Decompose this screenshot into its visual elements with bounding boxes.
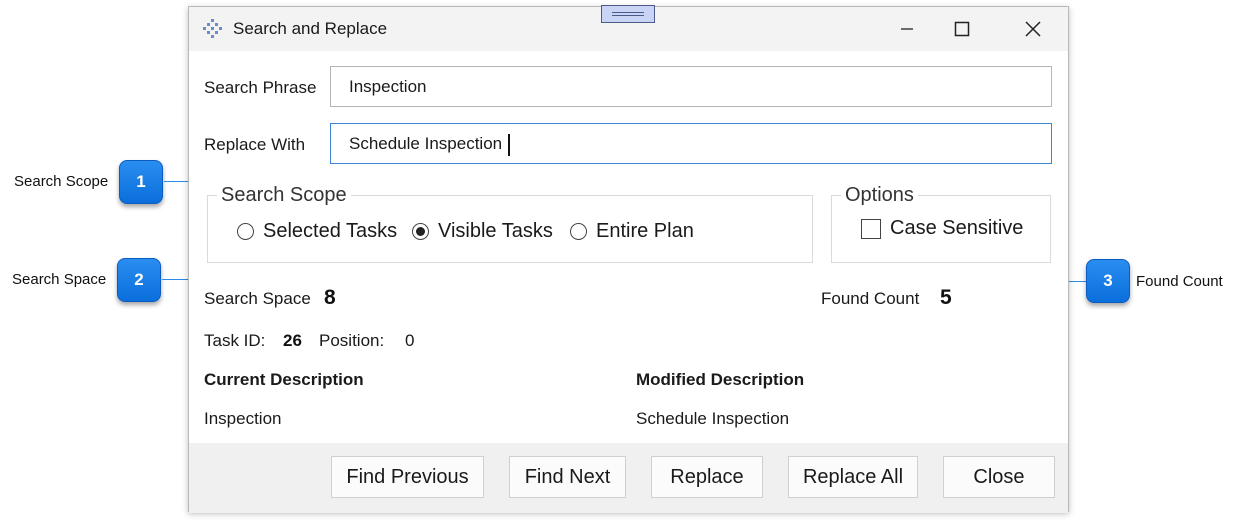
close-button[interactable]: Close (943, 456, 1055, 498)
text-caret (508, 134, 510, 156)
replace-with-input[interactable] (330, 123, 1052, 164)
position-value: 0 (405, 331, 415, 350)
search-space-value: 8 (324, 286, 336, 309)
radio-on-icon (412, 223, 429, 240)
search-phrase-input[interactable] (330, 66, 1052, 107)
radio-entire-plan-label: Entire Plan (596, 220, 694, 242)
callout-label-search-scope: Search Scope (14, 173, 109, 190)
title-bar[interactable]: Search and Replace (189, 5, 1068, 51)
callout-badge-3: 3 (1086, 259, 1130, 303)
callout-label-found-count: Found Count (1136, 273, 1223, 290)
find-next-button[interactable]: Find Next (509, 456, 626, 498)
minimize-icon (901, 28, 913, 30)
search-scope-title: Search Scope (217, 184, 351, 207)
radio-off-icon (570, 223, 587, 240)
case-sensitive-checkbox[interactable]: Case Sensitive (861, 217, 1023, 240)
found-count-value: 5 (940, 286, 952, 309)
search-space-label: Search Space (204, 289, 311, 308)
current-description-header: Current Description (204, 370, 364, 389)
callout-label-search-space: Search Space (12, 271, 107, 288)
task-id-value: 26 (283, 331, 302, 350)
replace-all-button[interactable]: Replace All (788, 456, 918, 498)
radio-visible-tasks[interactable]: Visible Tasks (412, 220, 553, 243)
app-icon (203, 19, 222, 38)
replace-with-label: Replace With (204, 135, 306, 154)
maximize-button[interactable] (939, 7, 985, 51)
found-count-label: Found Count (821, 289, 920, 308)
current-description-value: Inspection (204, 409, 282, 428)
window-title: Search and Replace (233, 19, 388, 38)
case-sensitive-label: Case Sensitive (890, 217, 1024, 239)
minimize-button[interactable] (884, 7, 930, 51)
close-icon (1025, 21, 1041, 37)
checkbox-unchecked-icon (861, 218, 881, 239)
radio-visible-tasks-label: Visible Tasks (438, 220, 553, 242)
radio-off-icon (237, 223, 254, 240)
radio-selected-tasks-label: Selected Tasks (263, 220, 398, 242)
drag-handle-icon[interactable] (601, 5, 655, 23)
replace-button[interactable]: Replace (651, 456, 763, 498)
find-previous-button[interactable]: Find Previous (331, 456, 484, 498)
button-bar (189, 443, 1068, 513)
search-replace-dialog: Search and Replace Search Phrase Replace… (188, 5, 1069, 513)
close-window-button[interactable] (1010, 7, 1056, 51)
radio-selected-tasks[interactable]: Selected Tasks (237, 220, 397, 243)
search-phrase-label: Search Phrase (204, 78, 317, 97)
callout-badge-2: 2 (117, 258, 161, 302)
maximize-icon (954, 21, 970, 37)
position-label: Position: (319, 331, 385, 350)
modified-description-value: Schedule Inspection (636, 409, 790, 428)
radio-entire-plan[interactable]: Entire Plan (570, 220, 694, 243)
modified-description-header: Modified Description (636, 370, 805, 389)
options-title: Options (841, 184, 918, 207)
task-id-label: Task ID: (204, 331, 266, 350)
callout-badge-1: 1 (119, 160, 163, 204)
